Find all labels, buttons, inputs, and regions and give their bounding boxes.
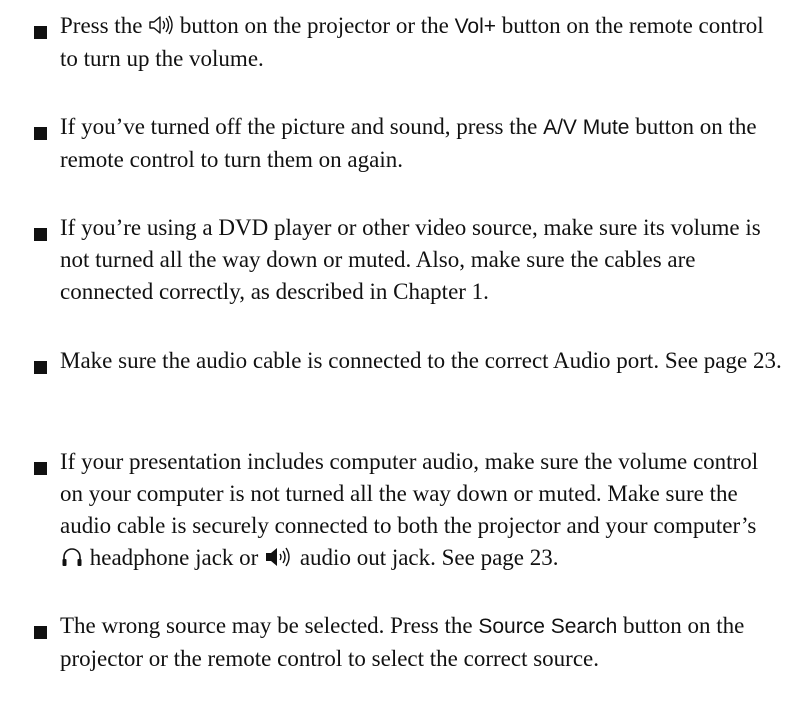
list-item-text: The wrong source may be selected. Press … [60, 610, 786, 675]
list-item-text: If you’re using a DVD player or other vi… [60, 215, 761, 304]
av-mute-button-label: A/V Mute [543, 116, 630, 139]
headphone-icon [60, 546, 84, 568]
list-item-text: Press the button on the projector or the… [60, 10, 786, 75]
list-item-text: If you’ve turned off the picture and sou… [60, 111, 786, 176]
source-search-button-label: Source Search [478, 615, 618, 638]
item-text-mid: headphone jack or [89, 545, 259, 570]
bullet-icon [34, 462, 47, 475]
bullet-icon [34, 228, 47, 241]
vol-plus-button-label: Vol+ [454, 15, 497, 38]
bullet-icon [34, 361, 47, 374]
bullet-icon [34, 26, 47, 39]
item-text-pre: If your presentation includes computer a… [60, 449, 759, 538]
list-item-text: If your presentation includes computer a… [60, 446, 786, 574]
item-text-post: audio out jack. See page 23. [299, 545, 559, 570]
item-text-pre: Press the [60, 13, 143, 38]
list-item-text: Make sure the audio cable is connected t… [60, 348, 782, 373]
volume-up-icon [148, 14, 174, 36]
item-text-pre: The wrong source may be selected. Press … [60, 613, 473, 638]
item-text-mid: button on the projector or the [179, 13, 449, 38]
bullet-icon [34, 127, 47, 140]
audio-out-icon [264, 546, 294, 568]
item-text-pre: If you’ve turned off the picture and sou… [60, 114, 538, 139]
document-page: Press the button on the projector or the… [0, 0, 794, 714]
bullet-icon [34, 626, 47, 639]
